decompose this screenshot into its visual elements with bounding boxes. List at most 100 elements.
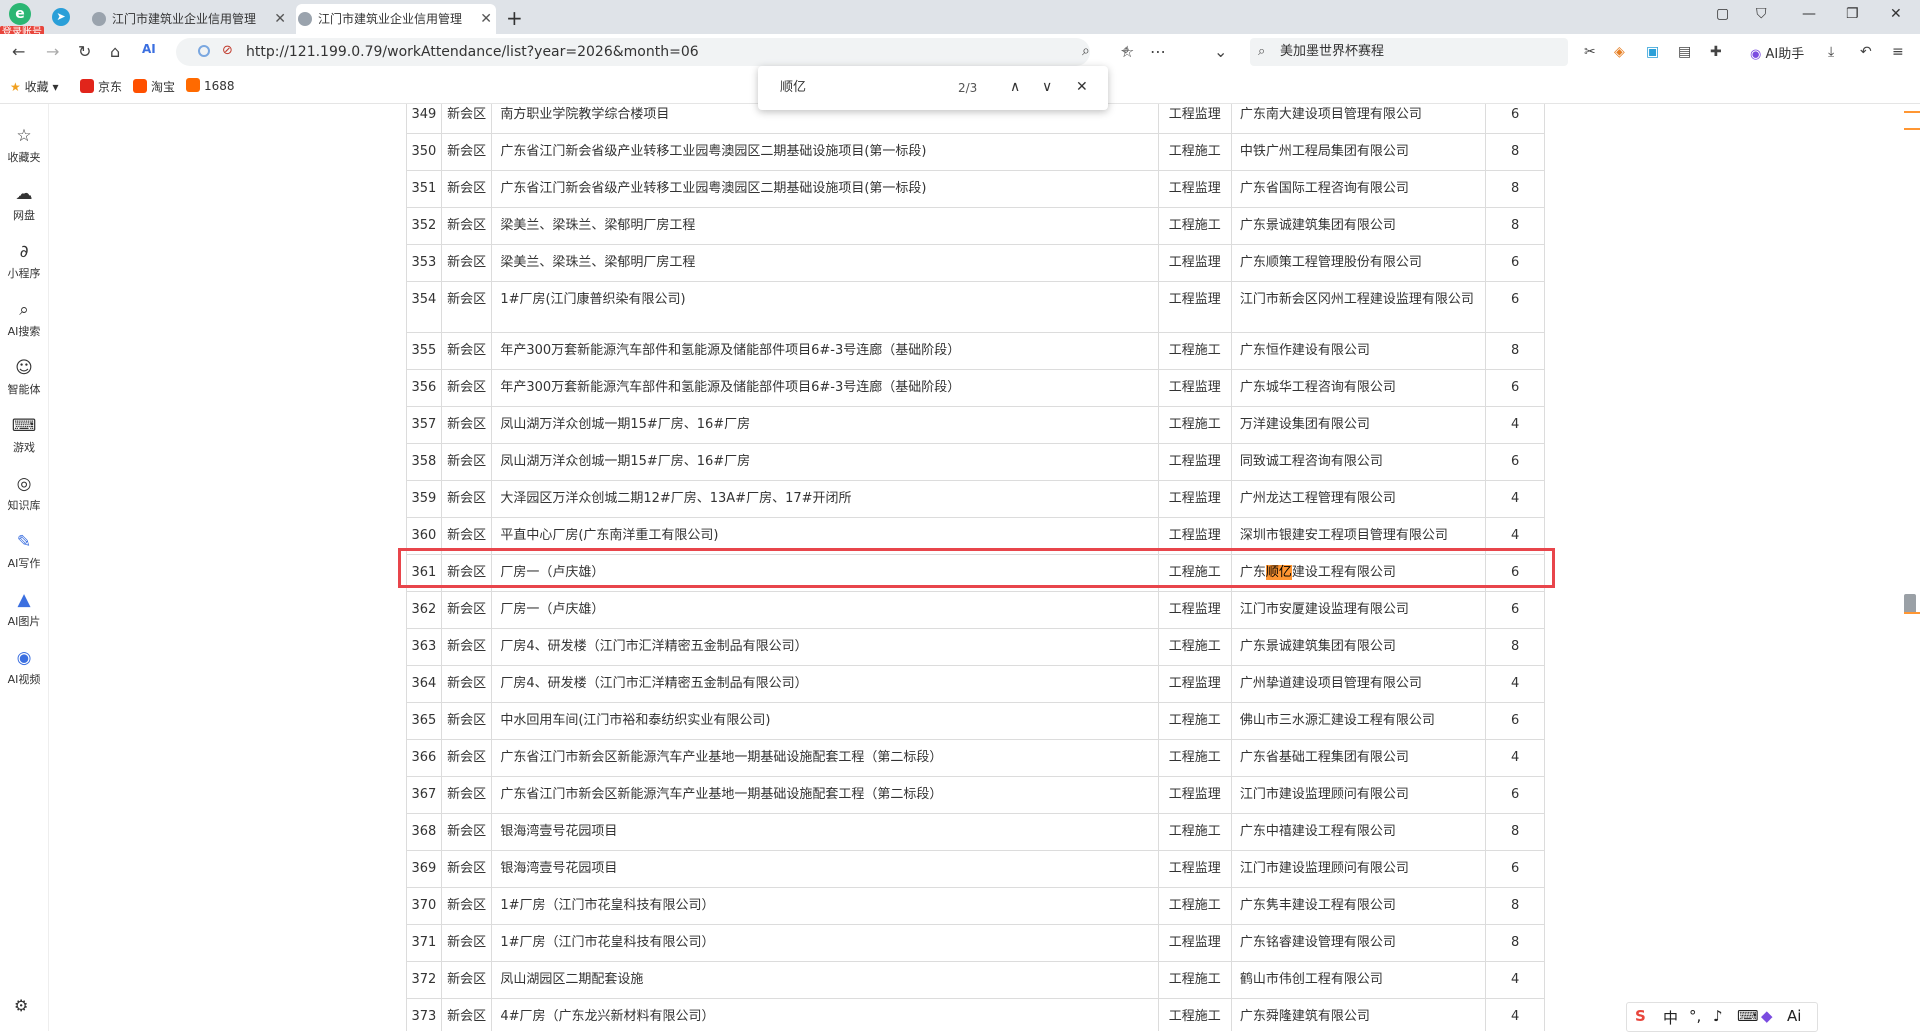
find-close-icon[interactable]: ✕ bbox=[1076, 79, 1088, 95]
chevron-down-icon[interactable]: ⌄ bbox=[1214, 42, 1227, 61]
microphone-icon[interactable]: ♪ bbox=[1713, 1007, 1723, 1025]
sogou-icon[interactable]: S bbox=[1635, 1007, 1646, 1025]
more-icon[interactable]: ⋯ bbox=[1150, 42, 1166, 61]
restore-icon[interactable]: ❐ bbox=[1846, 6, 1859, 22]
address-bar[interactable]: ⊘ http://121.199.0.79/workAttendance/lis… bbox=[176, 38, 1130, 66]
project-cell: 4#厂房（广东龙兴新材料有限公司） bbox=[491, 998, 1159, 1031]
vertical-scrollbar[interactable] bbox=[1900, 104, 1920, 1031]
sidebar-item-agent[interactable]: ☺ 智能体 bbox=[0, 358, 48, 397]
find-match-marker bbox=[1904, 612, 1920, 614]
bookmark-1688[interactable]: 1688 bbox=[186, 78, 235, 93]
company-cell: 江门市安厦建设监理有限公司 bbox=[1230, 591, 1487, 629]
score-cell: 6 bbox=[1485, 104, 1545, 134]
telegram-icon[interactable]: ➤ bbox=[52, 8, 70, 26]
keyboard-icon[interactable]: ⌨ bbox=[1737, 1007, 1759, 1025]
sidebar-item-label: AI图片 bbox=[7, 615, 41, 628]
ai-helper-button[interactable]: ◉ AI助手 bbox=[1750, 43, 1804, 62]
new-tab-icon[interactable]: + bbox=[506, 4, 523, 32]
search-box[interactable]: ⌕ 美加墨世界杯赛程 bbox=[1250, 38, 1568, 66]
score-cell: 8 bbox=[1485, 628, 1545, 666]
type-cell: 工程施工 bbox=[1157, 207, 1232, 245]
back-icon[interactable]: ← bbox=[12, 42, 25, 61]
project-cell: 广东省江门新会省级产业转移工业园粤澳园区二期基础设施项目(第一标段) bbox=[491, 170, 1159, 208]
district-cell: 新会区 bbox=[440, 244, 493, 282]
tab-count-icon[interactable]: ▢ bbox=[1716, 6, 1729, 22]
find-in-page-icon[interactable]: ⌕ bbox=[1082, 43, 1090, 59]
sidebar-item-favorites[interactable]: ☆ 收藏夹 bbox=[0, 126, 48, 165]
ime-ai-button[interactable]: Ai bbox=[1787, 1007, 1801, 1025]
district-cell: 新会区 bbox=[440, 665, 493, 703]
pen-icon: ✎ bbox=[16, 532, 32, 552]
sidebar-item-games[interactable]: ⌨ 游戏 bbox=[0, 416, 48, 455]
menu-icon[interactable]: ≡ bbox=[1892, 44, 1904, 60]
settings-gear-icon[interactable]: ⚙ bbox=[14, 996, 28, 1015]
type-cell: 工程施工 bbox=[1157, 702, 1232, 740]
sidebar-item-miniapp[interactable]: ∂ 小程序 bbox=[0, 242, 48, 281]
sidebar-item-ai-video[interactable]: ◉ AI视频 bbox=[0, 648, 48, 687]
bookmark-taobao[interactable]: 淘宝 bbox=[133, 78, 175, 95]
project-cell: 1#厂房（江门市花皇科技有限公司） bbox=[491, 924, 1159, 962]
minimize-icon[interactable]: — bbox=[1802, 6, 1816, 22]
bookmark-favorites[interactable]: ★ 收藏 ▾ bbox=[10, 78, 58, 95]
score-cell: 6 bbox=[1485, 281, 1545, 333]
table-row: 373 新会区 4#厂房（广东龙兴新材料有限公司） 工程施工 广东舜隆建筑有限公司 4 bbox=[406, 998, 1545, 1031]
score-cell: 6 bbox=[1485, 776, 1545, 814]
translate-icon[interactable]: ▣ bbox=[1646, 44, 1659, 60]
company-cell: 同致诚工程咨询有限公司 bbox=[1230, 443, 1487, 481]
score-cell: 8 bbox=[1485, 133, 1545, 171]
score-cell: 8 bbox=[1485, 207, 1545, 245]
tab-1[interactable]: 江门市建筑业企业信用管理 ✕ bbox=[90, 4, 290, 34]
skin-icon[interactable]: ◆ bbox=[1761, 1007, 1773, 1025]
tab-2-active[interactable]: 江门市建筑业企业信用管理 ✕ bbox=[296, 4, 496, 34]
punctuation-icon[interactable]: °, bbox=[1689, 1007, 1701, 1025]
row-number: 354 bbox=[406, 281, 442, 333]
sidebar-item-cloud[interactable]: ☁ 网盘 bbox=[0, 184, 48, 223]
sidebar-item-label: 智能体 bbox=[7, 383, 41, 396]
site-info-icon[interactable] bbox=[198, 45, 210, 57]
home-icon[interactable]: ⌂ bbox=[110, 42, 120, 61]
address-toolbar: ← → ↻ ⌂ AI ⊘ http://121.199.0.79/workAtt… bbox=[0, 34, 1920, 70]
star-icon: ★ bbox=[10, 80, 21, 94]
undo-icon[interactable]: ↶ bbox=[1860, 44, 1872, 60]
download-icon[interactable]: ⤓ bbox=[1828, 44, 1834, 60]
shirt-icon[interactable]: ⛉ bbox=[1756, 6, 1767, 22]
scrollbar-thumb[interactable] bbox=[1904, 594, 1916, 614]
score-cell: 8 bbox=[1485, 924, 1545, 962]
star-icon[interactable]: ☆ bbox=[1120, 42, 1134, 61]
type-cell: 工程监理 bbox=[1157, 776, 1232, 814]
find-next-icon[interactable]: ∨ bbox=[1042, 79, 1052, 95]
sidebar-item-label: 游戏 bbox=[13, 441, 35, 454]
not-secure-icon[interactable]: ⊘ bbox=[222, 43, 233, 58]
bookmark-jd[interactable]: 京东 bbox=[80, 78, 122, 95]
type-cell: 工程施工 bbox=[1157, 961, 1232, 999]
find-prev-icon[interactable]: ∧ bbox=[1010, 79, 1020, 95]
chevron-down-icon[interactable]: ▾ bbox=[52, 80, 58, 94]
ime-chinese-mode[interactable]: 中 bbox=[1663, 1007, 1678, 1028]
sidebar-item-ai-write[interactable]: ✎ AI写作 bbox=[0, 532, 48, 571]
reload-icon[interactable]: ↻ bbox=[78, 42, 91, 61]
sidebar-item-ai-image[interactable]: ▲ AI图片 bbox=[0, 590, 48, 629]
district-cell: 新会区 bbox=[440, 480, 493, 518]
tab-close-icon[interactable]: ✕ bbox=[480, 4, 492, 34]
row-number: 373 bbox=[406, 998, 442, 1031]
district-cell: 新会区 bbox=[440, 207, 493, 245]
sidebar-item-knowledge[interactable]: ◎ 知识库 bbox=[0, 474, 48, 513]
extensions-icon[interactable]: ✚ bbox=[1710, 44, 1722, 60]
scissors-icon[interactable]: ✂ bbox=[1584, 44, 1596, 60]
row-number: 357 bbox=[406, 406, 442, 444]
find-input[interactable]: 顺亿 bbox=[780, 66, 806, 110]
sidebar-item-label: AI搜索 bbox=[7, 325, 41, 338]
ai-icon[interactable]: AI bbox=[142, 42, 156, 56]
company-cell: 万洋建设集团有限公司 bbox=[1230, 406, 1487, 444]
forward-icon[interactable]: → bbox=[46, 42, 59, 61]
reader-icon[interactable]: ▤ bbox=[1678, 44, 1691, 60]
tab-close-icon[interactable]: ✕ bbox=[274, 4, 286, 34]
game-ext-icon[interactable]: ◈ bbox=[1614, 44, 1625, 60]
search-text[interactable]: 美加墨世界杯赛程 bbox=[1280, 38, 1384, 66]
search-icon: ⌕ bbox=[1258, 44, 1266, 59]
company-cell: 江门市新会区冈州工程建设监理有限公司 bbox=[1230, 281, 1487, 333]
url-text[interactable]: http://121.199.0.79/workAttendance/list?… bbox=[246, 38, 699, 66]
company-cell: 江门市建设监理顾问有限公司 bbox=[1230, 776, 1487, 814]
window-close-icon[interactable]: ✕ bbox=[1890, 6, 1902, 22]
sidebar-item-ai-search[interactable]: ⌕ AI搜索 bbox=[0, 300, 48, 339]
